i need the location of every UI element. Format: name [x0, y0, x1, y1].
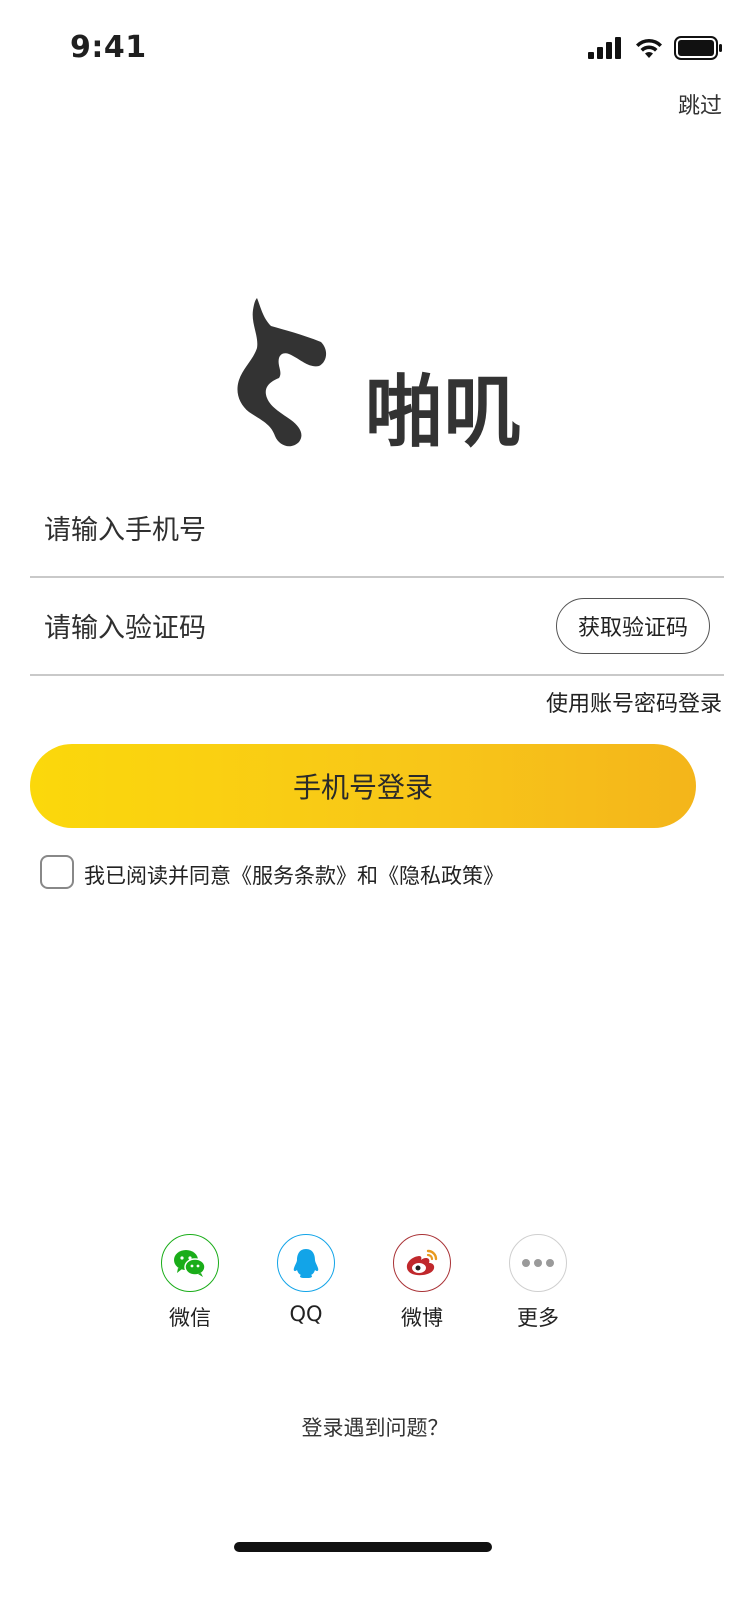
agreement-text[interactable]: 我已阅读并同意《服务条款》和《隐私政策》 — [84, 860, 504, 890]
social-login-wechat[interactable]: 微信 — [135, 1234, 245, 1332]
social-label: 微博 — [401, 1306, 443, 1330]
social-label: 微信 — [169, 1306, 211, 1330]
social-login-qq[interactable]: QQ — [251, 1234, 361, 1326]
wifi-icon — [636, 38, 662, 58]
wechat-icon — [161, 1234, 219, 1292]
status-icons — [588, 36, 722, 60]
home-indicator[interactable] — [234, 1542, 492, 1552]
battery-icon — [674, 36, 722, 60]
social-login-weibo[interactable]: 微博 — [367, 1234, 477, 1332]
phone-input[interactable] — [42, 504, 506, 556]
status-time: 9:41 — [70, 30, 147, 65]
social-label: 更多 — [517, 1306, 559, 1330]
weibo-icon — [393, 1234, 451, 1292]
logo-icon — [237, 298, 327, 447]
password-login-link[interactable]: 使用账号密码登录 — [546, 686, 722, 718]
code-field-row: 获取验证码 — [30, 578, 724, 676]
phone-login-button-label: 手机号登录 — [292, 771, 433, 804]
login-help-link[interactable]: 登录遇到问题？ — [0, 1412, 750, 1442]
skip-button[interactable]: 跳过 — [678, 88, 722, 120]
phone-field-row — [30, 480, 724, 578]
logo-wordmark: 啪叽 — [365, 368, 522, 458]
signal-icon — [588, 37, 621, 59]
phone-login-button[interactable]: 手机号登录 — [30, 744, 696, 828]
social-login-more[interactable]: 更多 — [483, 1234, 593, 1332]
qq-icon — [277, 1234, 335, 1292]
more-icon — [509, 1234, 567, 1292]
social-label: QQ — [289, 1302, 323, 1326]
verification-code-input[interactable] — [42, 602, 506, 654]
get-code-button[interactable]: 获取验证码 — [556, 598, 710, 654]
agreement-checkbox[interactable] — [40, 855, 74, 889]
